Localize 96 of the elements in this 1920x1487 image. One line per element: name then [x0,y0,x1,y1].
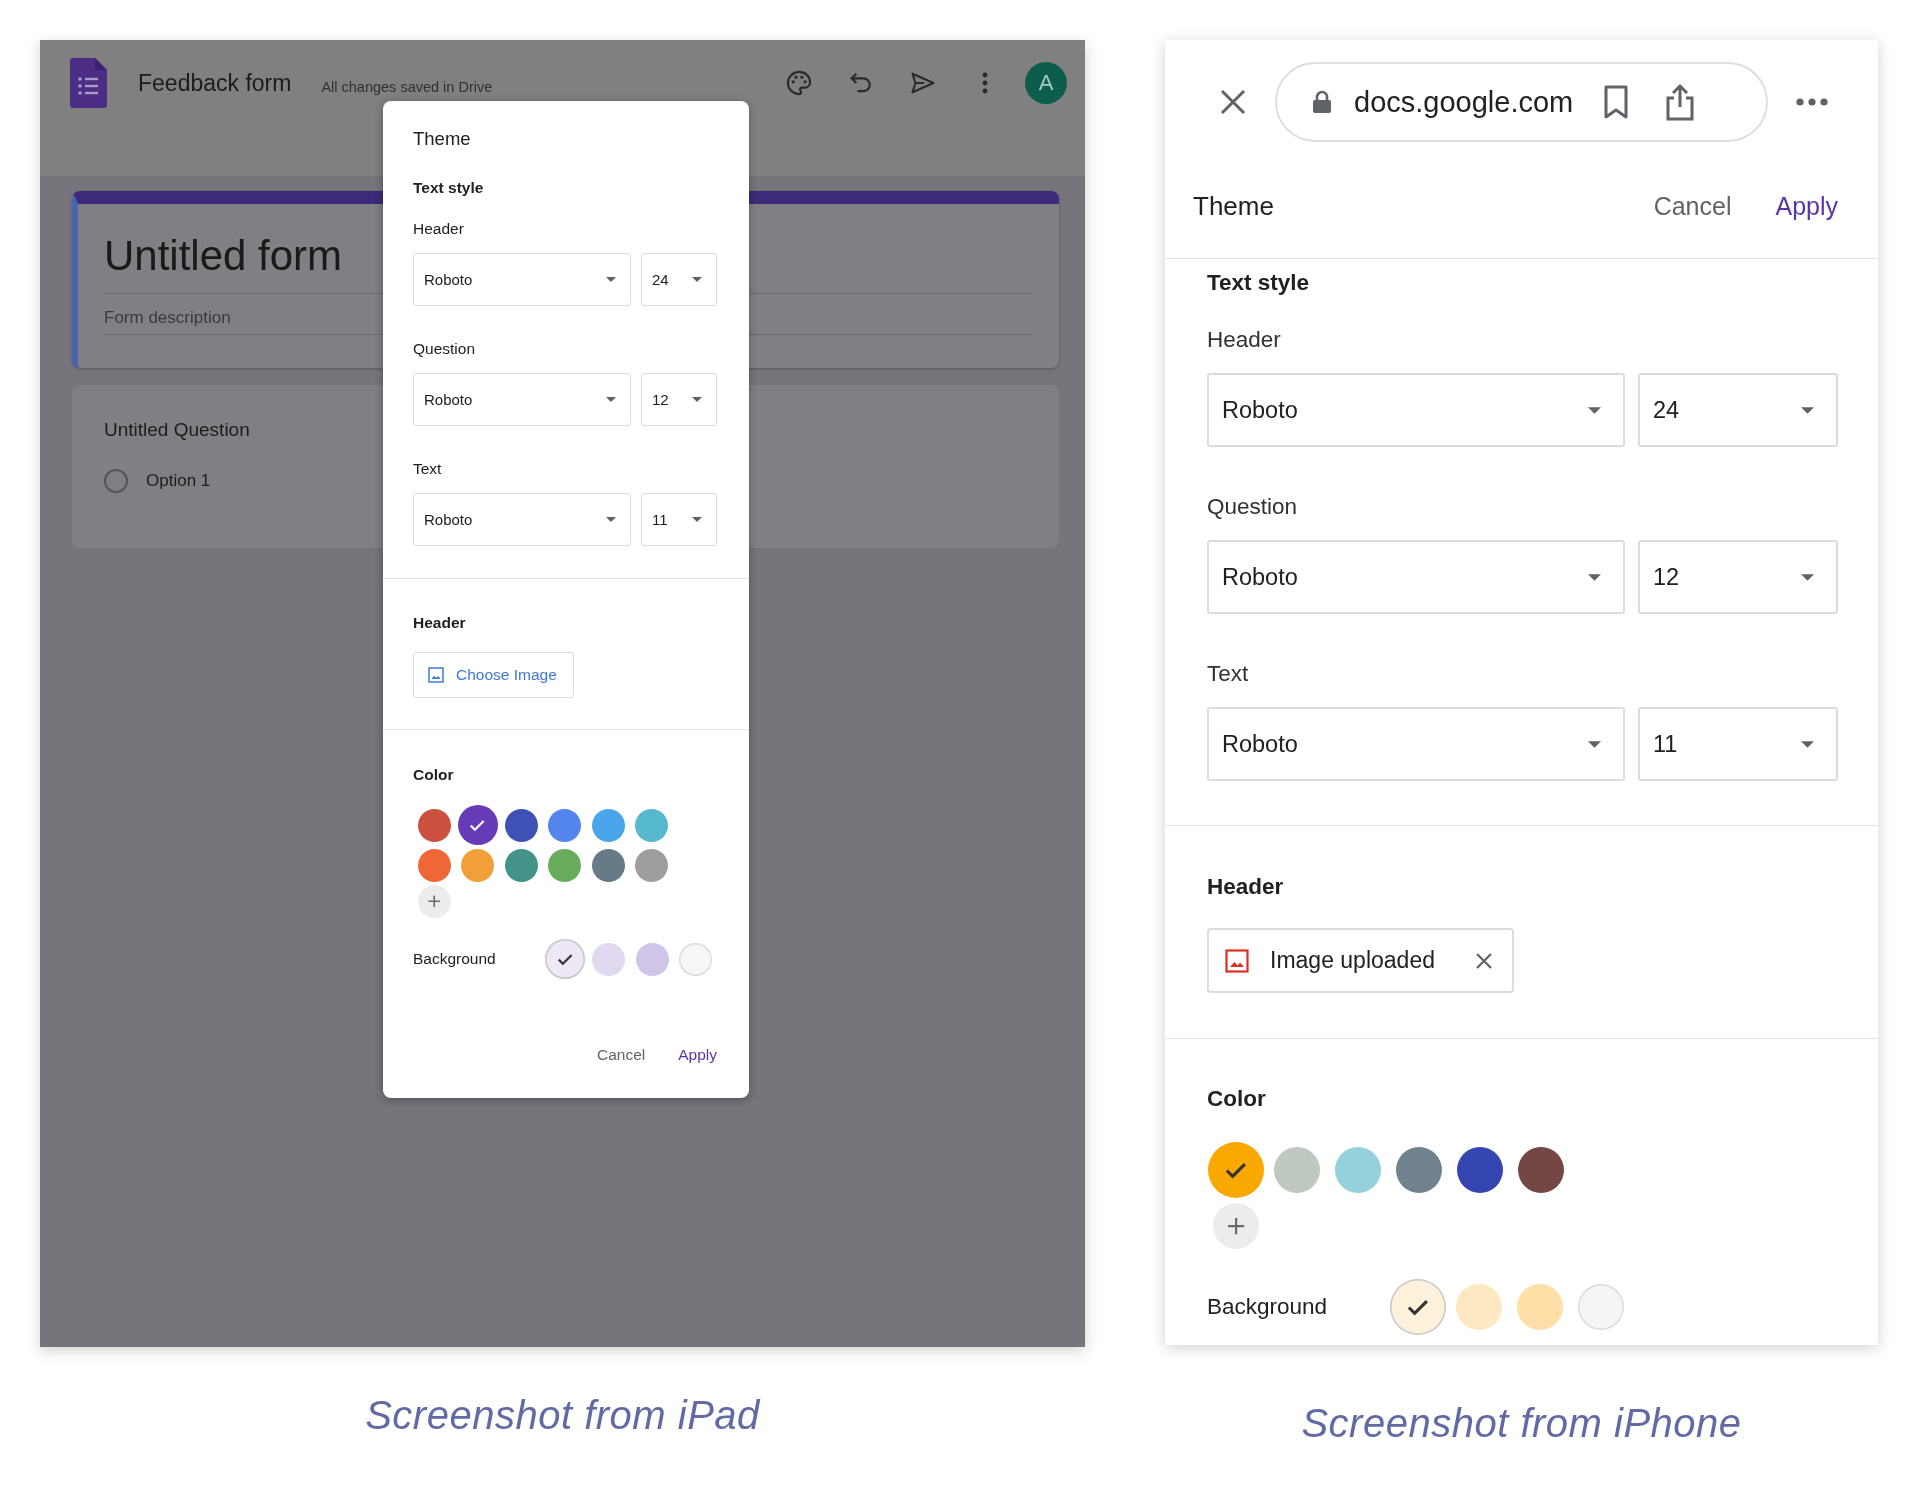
color-swatch[interactable] [1457,1147,1503,1193]
field-label: Header [1207,326,1282,354]
color-swatch[interactable] [1208,1142,1264,1198]
caret-icon [1588,406,1601,414]
add-color-button[interactable] [417,885,451,918]
background-label: Background [413,950,497,968]
section-label: Text style [1207,269,1311,297]
color-swatch[interactable] [1274,1147,1320,1193]
section-label: Text style [413,178,485,198]
image-icon [1225,948,1249,973]
choose-image-button[interactable]: Choose Image [413,652,574,698]
caption: Screenshot from iPhone [1301,1400,1742,1447]
cancel-button[interactable]: Cancel [596,1045,646,1065]
option-label: Option 1 [146,471,211,491]
list-document-icon[interactable] [70,58,107,108]
lock-icon [1312,90,1332,114]
color-swatch[interactable] [635,942,669,976]
apply-button[interactable]: Apply [1775,190,1838,222]
color-swatch[interactable] [417,808,451,842]
color-swatch[interactable] [679,942,712,976]
section-label: Header [1207,873,1285,901]
size-dropdown[interactable]: 24 [641,253,717,306]
upload-status: Image uploaded [1270,947,1435,974]
background-label: Background [1207,1294,1329,1320]
section-label: Header [413,613,467,633]
caption: Screenshot from iPad [365,1392,760,1439]
sheet-title: Theme [1193,190,1274,222]
close-icon[interactable] [1218,87,1248,117]
font-dropdown[interactable]: Roboto [1207,373,1625,447]
color-swatch[interactable] [591,848,625,882]
share-icon[interactable] [1665,83,1696,121]
size-dropdown[interactable]: 11 [1638,707,1838,781]
field-label: Text [1207,660,1250,688]
caret-icon [1588,573,1601,581]
font-dropdown[interactable]: Roboto [1207,540,1625,614]
color-swatch[interactable] [548,848,581,882]
field-label: Question [1207,493,1299,521]
color-swatch[interactable] [504,848,538,882]
more-icon[interactable] [1796,98,1828,106]
question-title: Untitled Question [104,418,251,442]
plus-icon [1225,1215,1247,1237]
size-dropdown[interactable]: 11 [641,493,717,546]
color-swatch[interactable] [591,808,625,842]
dialog-title: Theme [412,127,472,151]
cancel-button[interactable]: Cancel [1653,190,1732,222]
color-swatch[interactable] [548,808,581,842]
plus-icon [426,894,442,909]
image-icon [428,667,444,683]
color-swatch[interactable] [545,939,585,979]
font-dropdown[interactable]: Roboto [1207,707,1625,781]
caret-icon [1801,573,1814,581]
color-swatch[interactable] [457,805,498,845]
avatar[interactable]: A [1025,62,1067,104]
color-swatch[interactable] [1578,1284,1624,1330]
color-swatch[interactable] [592,942,625,976]
caret-icon [606,277,616,282]
caret-icon [1588,740,1601,748]
color-swatch[interactable] [504,808,538,842]
field-label: Header [413,219,465,239]
apply-button[interactable]: Apply [678,1045,717,1065]
size-dropdown[interactable]: 12 [641,373,717,426]
color-swatch[interactable] [1518,1147,1564,1193]
field-label: Question [413,339,477,359]
bookmark-icon[interactable] [1603,85,1630,119]
url-text: docs.google.com [1354,85,1574,119]
font-dropdown[interactable]: Roboto [413,493,631,546]
section-label: Color [1207,1085,1267,1113]
palette-icon[interactable] [785,69,813,97]
caret-icon [1801,406,1814,414]
caret-icon [692,517,702,522]
color-swatch[interactable] [417,848,451,882]
caret-icon [692,397,702,402]
add-color-button[interactable] [1213,1203,1259,1249]
font-dropdown[interactable]: Roboto [413,253,631,306]
font-dropdown[interactable]: Roboto [413,373,631,426]
address-bar[interactable]: docs.google.com [1275,62,1768,142]
caret-icon [692,277,702,282]
field-label: Text [413,459,443,479]
section-label: Color [413,765,455,785]
color-swatch[interactable] [1456,1284,1502,1330]
save-status: All changes saved in Drive [321,78,493,97]
radio-button[interactable] [104,469,128,493]
color-swatch[interactable] [635,848,668,882]
size-dropdown[interactable]: 24 [1638,373,1838,447]
color-swatch[interactable] [1390,1279,1446,1335]
caret-icon [606,517,616,522]
color-swatch[interactable] [1396,1147,1442,1193]
caret-icon [606,397,616,402]
color-swatch[interactable] [635,808,668,842]
color-swatch[interactable] [1517,1284,1563,1330]
close-icon[interactable] [1474,950,1494,971]
caret-icon [1801,740,1814,748]
size-dropdown[interactable]: 12 [1638,540,1838,614]
color-swatch[interactable] [1335,1147,1381,1193]
document-title: Feedback form [138,69,292,98]
color-swatch[interactable] [461,848,494,882]
